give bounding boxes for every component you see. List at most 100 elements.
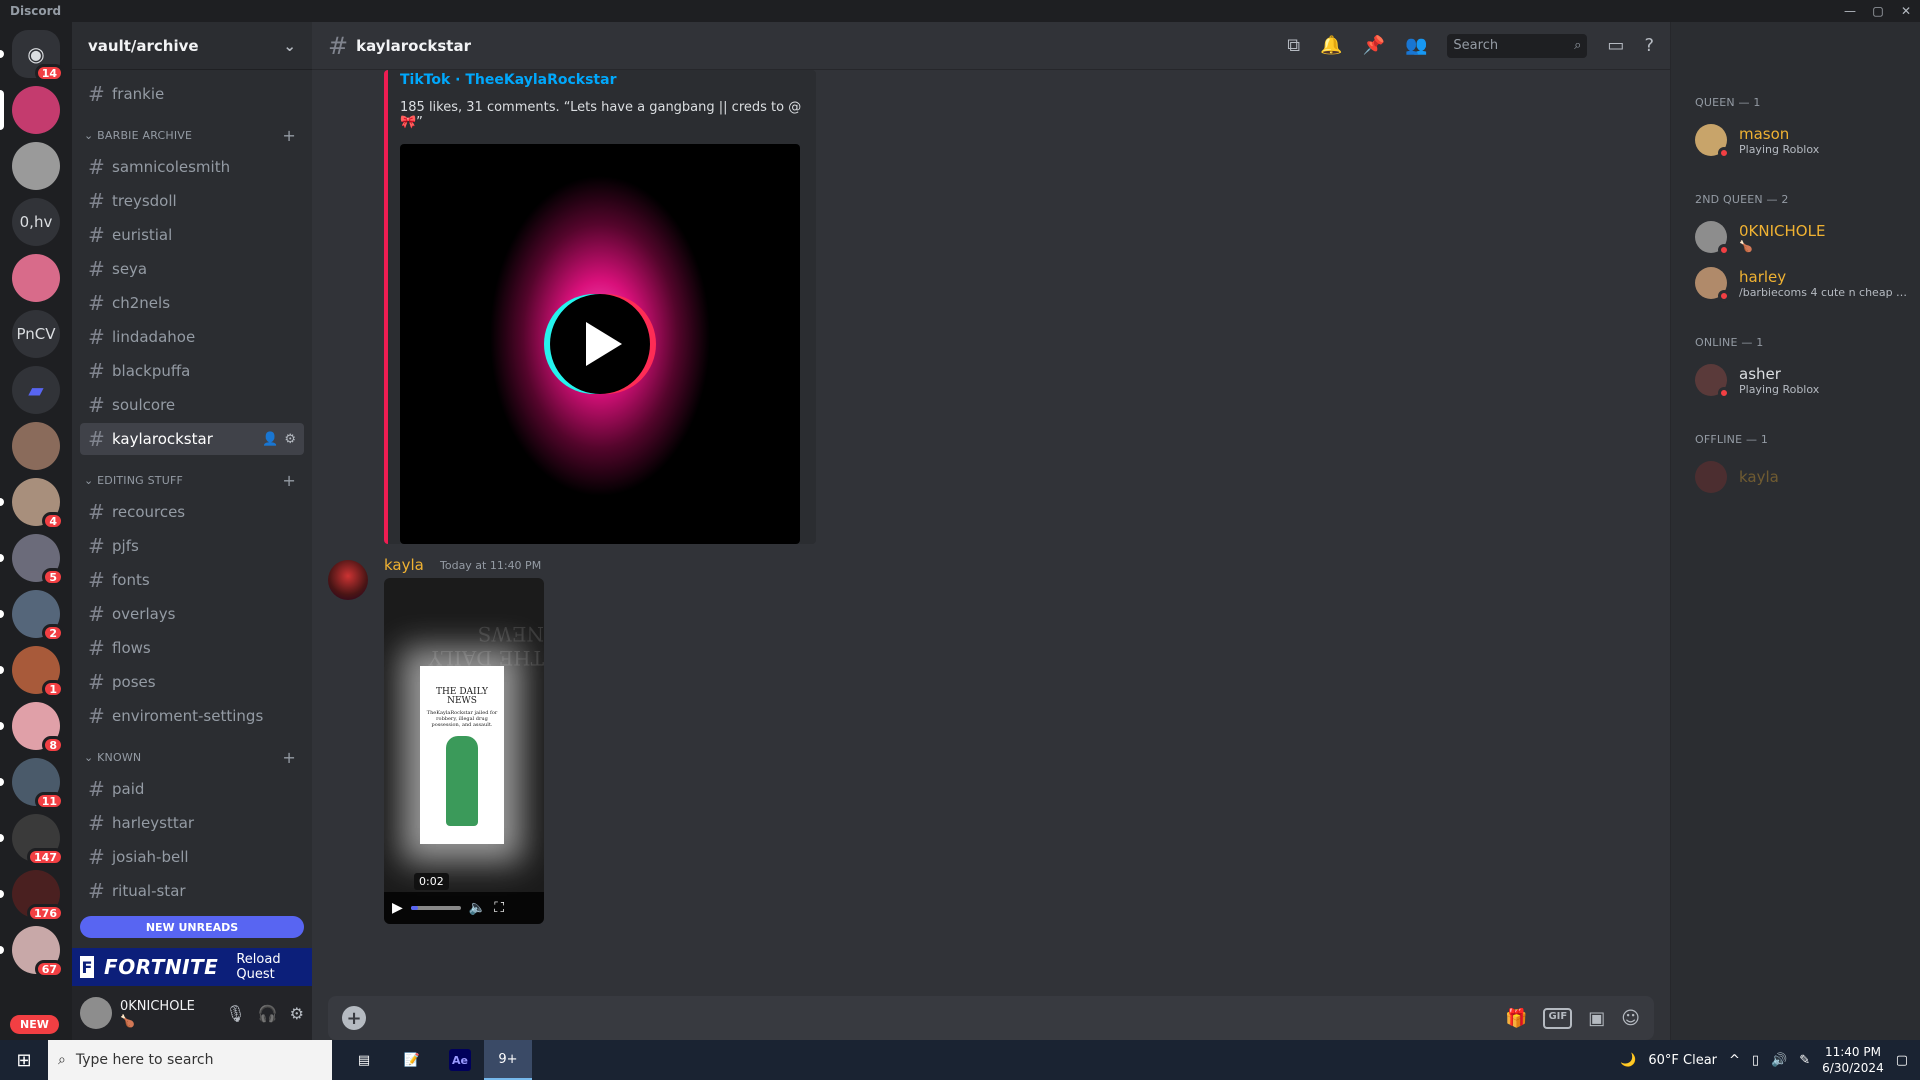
- fullscreen-icon[interactable]: ⛶: [494, 900, 504, 916]
- bell-icon[interactable]: 🔔: [1320, 35, 1342, 56]
- embed-provider-link[interactable]: TikTok · TheeKaylaRockstar: [400, 72, 804, 88]
- discord-app-icon[interactable]: 9+: [484, 1040, 532, 1080]
- server-header[interactable]: vault/archive ⌄: [72, 22, 312, 70]
- create-channel-icon[interactable]: +: [282, 126, 296, 145]
- channel-item[interactable]: # ch2nels: [80, 287, 304, 319]
- network-icon[interactable]: ▯: [1752, 1053, 1759, 1068]
- guild-icon[interactable]: 0,hv: [12, 198, 60, 246]
- notepad-app-icon[interactable]: 📝: [388, 1040, 436, 1080]
- channel-item[interactable]: # frankie: [80, 78, 304, 110]
- tray-chevron-up-icon[interactable]: ^: [1729, 1053, 1740, 1068]
- guild-icon[interactable]: 2: [0, 590, 64, 642]
- user-settings-gear-icon[interactable]: ⚙: [290, 1004, 304, 1023]
- author-avatar[interactable]: [328, 560, 368, 600]
- video-progress-bar[interactable]: [410, 906, 461, 910]
- guild-icon[interactable]: 147: [0, 814, 64, 866]
- threads-icon[interactable]: ⧉: [1287, 35, 1300, 56]
- member-item[interactable]: 0KNICHOLE 🍗: [1695, 214, 1912, 260]
- close-button[interactable]: ✕: [1892, 4, 1920, 18]
- pen-icon[interactable]: ✎: [1799, 1053, 1810, 1068]
- play-icon[interactable]: ▶: [392, 900, 403, 916]
- message-author[interactable]: kayla: [384, 556, 424, 574]
- embed-video-thumbnail[interactable]: [400, 144, 800, 544]
- volume-icon[interactable]: 🔈: [469, 900, 486, 916]
- channel-item[interactable]: # harleysttar: [80, 807, 304, 839]
- channel-item[interactable]: # pjfs: [80, 530, 304, 562]
- member-item[interactable]: harley/barbiecoms 4 cute n cheap e...: [1695, 260, 1912, 306]
- guild-icon[interactable]: 5: [0, 534, 64, 586]
- channel-category[interactable]: ⌄ EDITING STUFF +: [80, 471, 304, 490]
- guild-icon[interactable]: [12, 422, 60, 470]
- weather-moon-icon: 🌙: [1620, 1052, 1637, 1068]
- maximize-button[interactable]: ▢: [1864, 4, 1892, 18]
- minimize-button[interactable]: —: [1836, 4, 1864, 18]
- guild-icon[interactable]: 67: [0, 926, 64, 978]
- guild-icon[interactable]: [0, 86, 60, 134]
- video-attachment[interactable]: THE DAILY NEWS THE DAILY NEWS TheKaylaRo…: [384, 578, 544, 924]
- channel-item[interactable]: # josiah-bell: [80, 841, 304, 873]
- play-button[interactable]: [550, 294, 650, 394]
- guild-icon[interactable]: 11: [0, 758, 64, 810]
- guild-icon[interactable]: ◉ 14: [0, 30, 64, 82]
- member-item[interactable]: kayla: [1695, 454, 1912, 500]
- channel-item[interactable]: # blackpuffa: [80, 355, 304, 387]
- after-effects-app-icon[interactable]: Ae: [436, 1040, 484, 1080]
- add-member-icon[interactable]: 👤: [262, 432, 278, 447]
- channel-item[interactable]: # soulcore: [80, 389, 304, 421]
- member-list-icon[interactable]: 👥: [1405, 35, 1427, 56]
- guild-icon[interactable]: [12, 142, 60, 190]
- sticker-icon[interactable]: ▣: [1588, 1008, 1605, 1029]
- user-avatar[interactable]: [80, 997, 112, 1029]
- inbox-icon[interactable]: ▭: [1607, 35, 1624, 56]
- channel-item[interactable]: # flows: [80, 632, 304, 664]
- create-channel-icon[interactable]: +: [282, 748, 296, 767]
- add-attachment-icon[interactable]: +: [342, 1006, 366, 1030]
- guild-icon[interactable]: 1: [0, 646, 64, 698]
- speaker-icon[interactable]: 🔊: [1771, 1053, 1787, 1068]
- guild-icon[interactable]: 8: [0, 702, 64, 754]
- clock[interactable]: 11:40 PM 6/30/2024: [1822, 1044, 1884, 1076]
- channel-item[interactable]: # paid: [80, 773, 304, 805]
- emoji-icon[interactable]: ☺: [1621, 1008, 1640, 1029]
- channel-settings-gear-icon[interactable]: ⚙: [284, 432, 296, 447]
- guild-icon[interactable]: PnCV: [12, 310, 60, 358]
- new-unreads-bar[interactable]: NEW UNREADS: [80, 916, 304, 938]
- headphones-icon[interactable]: 🎧: [258, 1004, 278, 1023]
- pin-icon[interactable]: 📌: [1363, 35, 1385, 56]
- channel-item[interactable]: # recources: [80, 496, 304, 528]
- microphone-icon[interactable]: 🎙: [225, 1004, 245, 1023]
- channel-item[interactable]: # kaylarockstar 👤 ⚙: [80, 423, 304, 455]
- gift-icon[interactable]: 🎁: [1505, 1008, 1527, 1029]
- channel-category[interactable]: ⌄ BARBIE ARCHIVE +: [80, 126, 304, 145]
- channel-item[interactable]: # enviroment-settings: [80, 700, 304, 732]
- new-guild-badge[interactable]: NEW: [10, 1015, 59, 1034]
- notifications-icon[interactable]: ▢: [1896, 1053, 1908, 1068]
- channel-item[interactable]: # euristial: [80, 219, 304, 251]
- member-item[interactable]: mason Playing Roblox: [1695, 117, 1912, 163]
- channel-item[interactable]: # treysdoll: [80, 185, 304, 217]
- channel-category[interactable]: ⌄ KNOWN +: [80, 748, 304, 767]
- channel-item[interactable]: # fonts: [80, 564, 304, 596]
- member-item[interactable]: asher Playing Roblox: [1695, 357, 1912, 403]
- guild-icon[interactable]: 4: [0, 478, 64, 530]
- channel-item[interactable]: # seya: [80, 253, 304, 285]
- channel-item[interactable]: # overlays: [80, 598, 304, 630]
- windows-start-icon[interactable]: ⊞: [0, 1040, 48, 1080]
- channel-item[interactable]: # ritual-star: [80, 875, 304, 907]
- guild-icon[interactable]: ▰: [12, 366, 60, 414]
- channel-item[interactable]: # samnicolesmith: [80, 151, 304, 183]
- hash-icon: #: [88, 704, 105, 728]
- search-input[interactable]: Search ⌕: [1447, 33, 1588, 58]
- channel-item[interactable]: # poses: [80, 666, 304, 698]
- guild-icon[interactable]: [12, 254, 60, 302]
- gif-button[interactable]: GIF: [1543, 1007, 1573, 1029]
- guild-icon[interactable]: 176: [0, 870, 64, 922]
- task-view-icon[interactable]: ▤: [340, 1040, 388, 1080]
- weather-text[interactable]: 60°F Clear: [1648, 1053, 1717, 1068]
- create-channel-icon[interactable]: +: [282, 471, 296, 490]
- message-composer[interactable]: + 🎁 GIF ▣ ☺: [328, 996, 1654, 1040]
- channel-item[interactable]: # lindadahoe: [80, 321, 304, 353]
- quest-banner[interactable]: F FORTNITE Reload Quest: [72, 948, 312, 986]
- taskbar-search-input[interactable]: ⌕ Type here to search: [48, 1040, 332, 1080]
- help-icon[interactable]: ?: [1644, 35, 1654, 56]
